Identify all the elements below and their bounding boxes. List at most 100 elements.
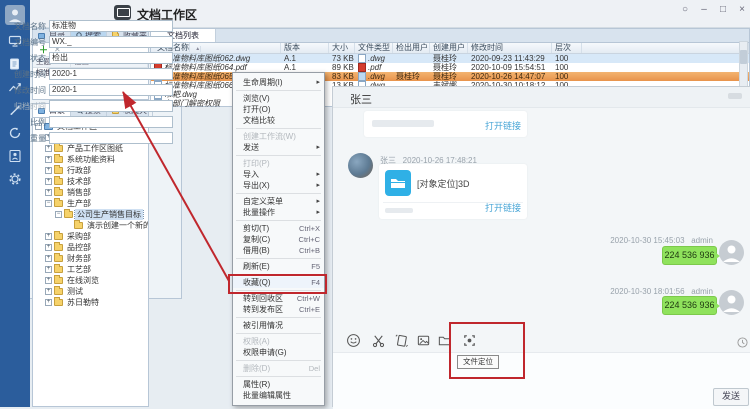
menu-item-browse[interactable]: 浏览(V) [233,93,324,104]
menu-item-references[interactable]: 被引用情况 [233,320,324,331]
menu-item-delete: 删除(D)Del [233,363,324,374]
person-icon [719,240,744,265]
menu-item-batch-ops[interactable]: 批量操作▸ [233,207,324,218]
scissors-icon[interactable] [371,333,386,348]
history-clock-icon[interactable] [737,337,748,348]
tree-item[interactable]: +系统功能资料 [35,154,148,165]
menu-item-copy[interactable]: 复制(C)Ctrl+C [233,234,324,245]
field-label: 状态 [0,53,46,64]
folder-icon [54,244,63,251]
redacted-text [385,208,413,213]
tree-item[interactable]: +行政部 [35,165,148,176]
image-icon[interactable] [416,333,431,348]
create-time-field[interactable]: 2020-1 [49,68,173,80]
tree-item[interactable]: +采购部 [35,231,148,242]
chat-title: 张三 [350,91,372,107]
menu-item-compare[interactable]: 文档比较 [233,115,324,126]
tree-item[interactable]: 演示创建一个新的文件夹 [35,220,148,231]
redacted-text [372,120,434,127]
file-locate-icon[interactable] [462,333,477,348]
tree-item[interactable]: +测试 [35,286,148,297]
tree-item[interactable]: +产品工作区图纸 [35,143,148,154]
tree-item[interactable]: +技术部 [35,176,148,187]
tree-item[interactable]: +苏日勒特 [35,297,148,308]
tree-item[interactable]: +在线浏览 [35,275,148,286]
person-icon [719,290,744,315]
avatar[interactable] [719,240,744,265]
menu-item-send[interactable]: 发送▸ [233,142,324,153]
doc-list-scrollbar[interactable] [739,41,748,87]
tree-item[interactable]: +工艺部 [35,264,148,275]
menu-separator [236,274,321,275]
menu-item-borrow[interactable]: 借用(B)Ctrl+B [233,245,324,256]
tree-item[interactable]: +财务部 [35,253,148,264]
folder-icon [54,288,63,295]
menu-item-import[interactable]: 导入▸ [233,169,324,180]
contacts-icon[interactable] [8,149,22,163]
folder-icon[interactable] [437,333,452,348]
menu-item-favorite[interactable]: 收藏(Q)F4 [233,277,324,288]
menu-item-refresh[interactable]: 刷新(E)F5 [233,261,324,272]
menu-separator [236,317,321,318]
folder-icon [54,178,63,185]
field-label: 比例 [0,117,46,128]
menu-item-export[interactable]: 导出(X)▸ [233,180,324,191]
message-time: 2020-10-30 15:45:03 [610,236,684,245]
doc-number-field[interactable]: WX._ [49,36,173,48]
doc-name-field[interactable]: 标准物 [49,20,173,32]
modify-time-field[interactable]: 2020-1 [49,84,173,96]
chat-input[interactable] [333,352,750,409]
link-card[interactable]: 打开链接 [364,111,527,137]
window-minimize-button[interactable]: – [697,4,711,15]
submenu-arrow-icon: ▸ [316,196,320,207]
menu-separator [236,376,321,377]
window-maximize-button[interactable]: □ [716,4,730,15]
tree-item[interactable]: −生产部 [35,198,148,209]
menu-item-to-publish[interactable]: 转到发布区Ctrl+E [233,304,324,315]
tree-panel: 目录 搜索 收藏夹 −文档工作区 +标准物料库图纸 +产品工作区图纸 +系统功能… [32,103,149,407]
field-label: 文档编号 [0,37,46,48]
message-bubble[interactable]: 224 536 936 [662,246,717,265]
menu-item-open[interactable]: 打开(O) [233,104,324,115]
submenu-arrow-icon: ▸ [316,77,320,88]
folder-icon [54,233,63,240]
menu-item-print: 打印(P) [233,158,324,169]
menu-separator [236,155,321,156]
menu-separator [236,290,321,291]
window-close-button[interactable]: × [735,4,749,15]
menu-item-properties[interactable]: 属性(R) [233,379,324,390]
tree-item-selected[interactable]: −公司生产销售目标 [35,209,148,220]
avatar[interactable] [719,290,744,315]
menu-separator [236,220,321,221]
chat-menu-button[interactable] [728,93,742,99]
smiley-icon[interactable] [346,333,361,348]
tree-item[interactable]: +品控部 [35,242,148,253]
message-user: admin [691,236,713,245]
weight-field[interactable] [49,132,173,144]
message-bubble[interactable]: 224 536 936 [662,296,717,315]
menu-item-lifecycle[interactable]: 生命周期(I)▸ [233,77,324,88]
menu-item-custom-menu[interactable]: 自定义菜单▸ [233,196,324,207]
tree-item[interactable]: +销售部 [35,187,148,198]
open-link-button[interactable]: 打开链接 [485,119,521,132]
archive-time-field[interactable] [49,100,173,112]
gear-icon[interactable] [8,172,22,186]
scale-field[interactable] [49,116,173,128]
chat-header: 张三 [333,87,750,108]
context-menu: 生命周期(I)▸ 浏览(V) 打开(O) 文档比较 创建工作流(W) 发送▸ 打… [232,72,325,406]
menu-item-cut[interactable]: 剪切(T)Ctrl+X [233,223,324,234]
menu-separator [236,90,321,91]
sender-avatar[interactable] [348,153,373,178]
shake-window-icon[interactable] [394,333,409,348]
menu-item-to-recycle[interactable]: 转到回收区Ctrl+W [233,293,324,304]
send-button[interactable]: 发送 [713,388,749,406]
field-label: 创建时间 [0,69,46,80]
open-link-button[interactable]: 打开链接 [485,201,521,214]
field-label: 重量 [0,133,46,144]
menu-item-permission-request[interactable]: 权限申请(G) [233,347,324,358]
menu-item-batch-edit-props[interactable]: 批量编辑属性 [233,390,324,401]
window-help-button[interactable]: ○ [678,4,692,15]
menu-item-create-workflow: 创建工作流(W) [233,131,324,142]
file-card[interactable]: [对象定位]3D 打开链接 [379,164,527,219]
status-field[interactable]: 检出 [49,52,173,64]
